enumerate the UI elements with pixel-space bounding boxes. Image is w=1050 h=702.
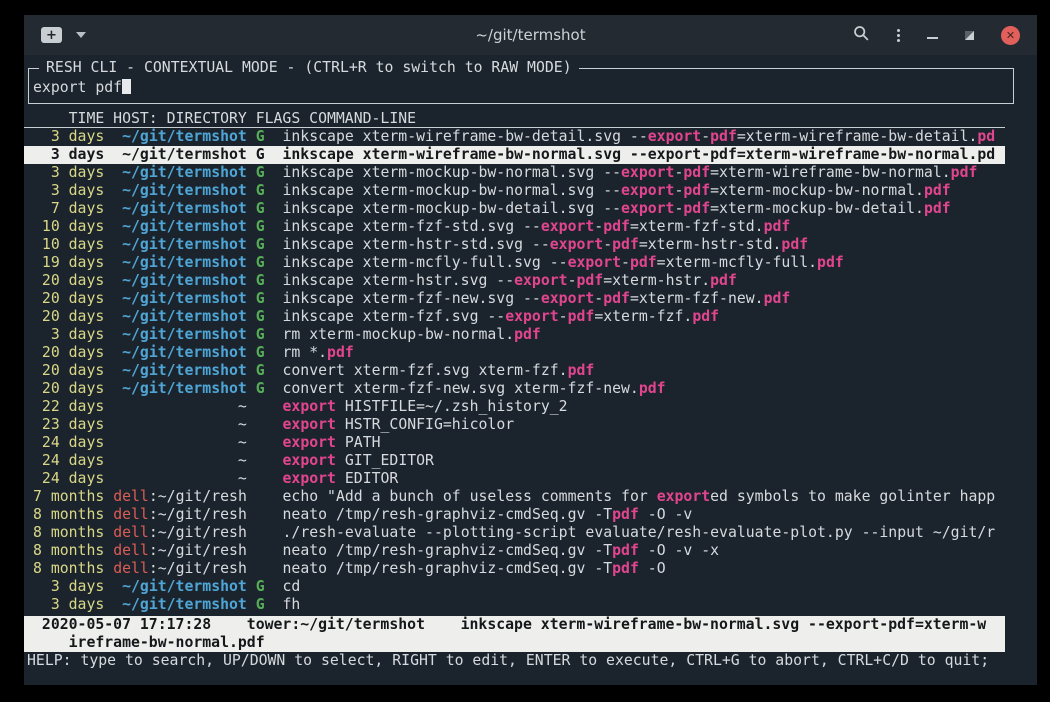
history-row[interactable]: 22 days ~ export HISTFILE=~/.zsh_history… — [24, 398, 1005, 416]
history-row[interactable]: 8 months dell:~/git/resh ./resh-evaluate… — [24, 524, 1005, 542]
history-row[interactable]: 7 months dell:~/git/resh echo "Add a bun… — [24, 488, 1005, 506]
history-row[interactable]: 3 days ~/git/termshot G cd — [24, 578, 1005, 596]
history-row[interactable]: 24 days ~ export PATH — [24, 434, 1005, 452]
history-row[interactable]: 24 days ~ export GIT_EDITOR — [24, 452, 1005, 470]
history-row[interactable]: 8 months dell:~/git/resh neato /tmp/resh… — [24, 560, 1005, 578]
close-icon: ✕ — [1006, 30, 1015, 41]
history-row[interactable]: 20 days ~/git/termshot G inkscape xterm-… — [24, 290, 1005, 308]
restore-button[interactable] — [965, 31, 974, 40]
terminal-content: RESH CLI - CONTEXTUAL MODE - (CTRL+R to … — [24, 68, 1037, 685]
history-row[interactable]: 8 months dell:~/git/resh neato /tmp/resh… — [24, 542, 1005, 560]
search-box-label: RESH CLI - CONTEXTUAL MODE - (CTRL+R to … — [39, 59, 579, 77]
menu-kebab-icon[interactable] — [897, 29, 900, 42]
history-row[interactable]: 20 days ~/git/termshot G inkscape xterm-… — [24, 308, 1005, 326]
history-row[interactable]: 8 months dell:~/git/resh neato /tmp/resh… — [24, 506, 1005, 524]
history-row[interactable]: 7 days ~/git/termshot G inkscape xterm-m… — [24, 200, 1005, 218]
minimize-button[interactable] — [927, 37, 938, 39]
titlebar: + ~/git/termshot ✕ — [24, 15, 1037, 55]
history-row[interactable]: 23 days ~ export HSTR_CONFIG=hicolor — [24, 416, 1005, 434]
close-button[interactable]: ✕ — [1001, 26, 1020, 45]
history-row[interactable]: 20 days ~/git/termshot G convert xterm-f… — [24, 362, 1005, 380]
table-header: TIME HOST: DIRECTORY FLAGS COMMAND-LINE — [24, 110, 1005, 128]
history-row[interactable]: 3 days ~/git/termshot G inkscape xterm-m… — [24, 164, 1005, 182]
history-row[interactable]: 20 days ~/git/termshot G convert xterm-f… — [24, 380, 1005, 398]
search-icon[interactable] — [853, 25, 870, 46]
history-row[interactable]: 10 days ~/git/termshot G inkscape xterm-… — [24, 236, 1005, 254]
history-rows: 3 days ~/git/termshot G inkscape xterm-w… — [24, 128, 1005, 614]
search-input[interactable]: export pdf — [33, 79, 122, 96]
history-row[interactable]: 3 days ~/git/termshot G fh — [24, 596, 1005, 614]
history-row[interactable]: 19 days ~/git/termshot G inkscape xterm-… — [24, 254, 1005, 272]
history-row[interactable]: 24 days ~ export EDITOR — [24, 470, 1005, 488]
history-row[interactable]: 20 days ~/git/termshot G inkscape xterm-… — [24, 272, 1005, 290]
terminal-window: + ~/git/termshot ✕ RESH CLI - CONTEXTUAL… — [24, 15, 1037, 672]
search-box[interactable]: RESH CLI - CONTEXTUAL MODE - (CTRL+R to … — [28, 68, 1014, 104]
text-cursor — [122, 79, 131, 94]
selected-command-preview: 2020-05-07 17:17:28 tower:~/git/termshot… — [24, 616, 1005, 652]
history-row[interactable]: 10 days ~/git/termshot G inkscape xterm-… — [24, 218, 1005, 236]
history-row[interactable]: 3 days ~/git/termshot G inkscape xterm-w… — [24, 128, 1005, 146]
history-row[interactable]: 3 days ~/git/termshot G inkscape xterm-m… — [24, 182, 1005, 200]
history-row[interactable]: 20 days ~/git/termshot G rm *.pdf — [24, 344, 1005, 362]
history-row[interactable]: 3 days ~/git/termshot G inkscape xterm-w… — [24, 146, 1005, 164]
history-row[interactable]: 3 days ~/git/termshot G rm xterm-mockup-… — [24, 326, 1005, 344]
help-bar: HELP: type to search, UP/DOWN to select,… — [24, 652, 1037, 670]
